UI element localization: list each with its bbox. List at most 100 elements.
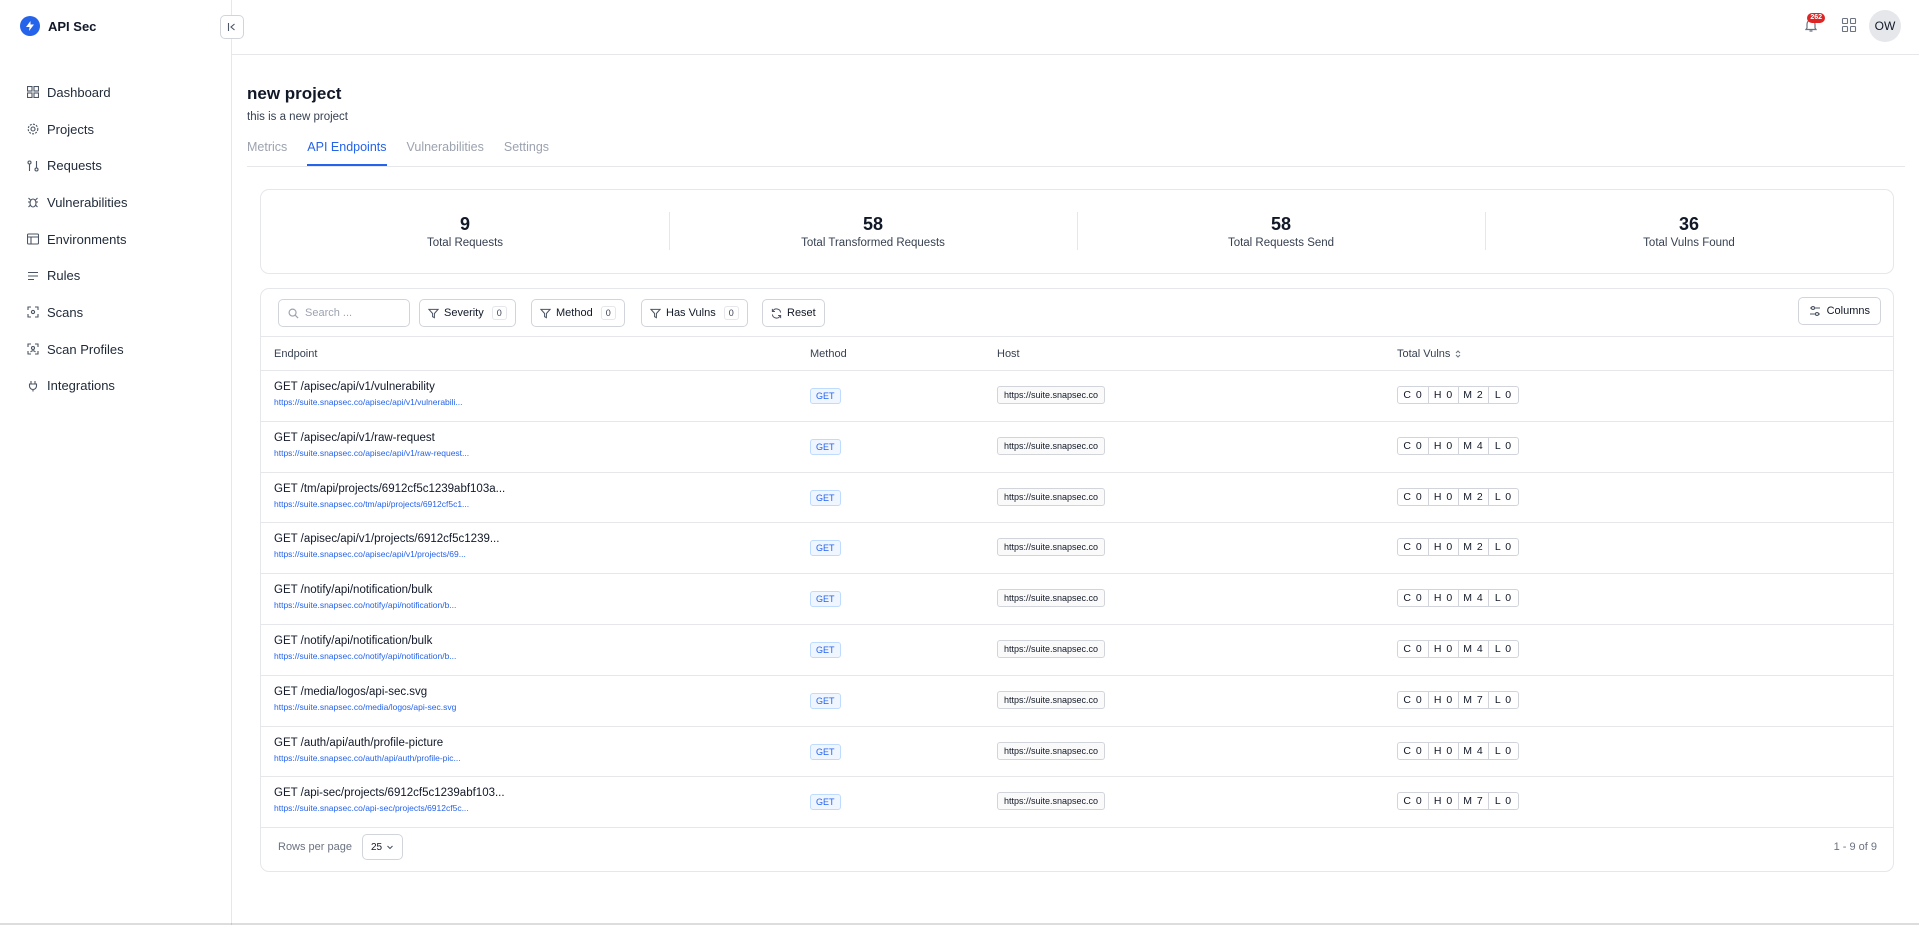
medium-count: M 2	[1458, 488, 1488, 505]
gear-icon	[26, 123, 39, 136]
collapse-sidebar-button[interactable]	[220, 15, 244, 39]
brand[interactable]: API Sec	[20, 16, 96, 36]
columns-button[interactable]: Columns	[1797, 297, 1881, 325]
columns-label: Columns	[1826, 305, 1870, 317]
method-badge: GET	[810, 743, 841, 760]
sidebar-item-projects[interactable]: Projects	[26, 111, 127, 148]
table-row[interactable]: GET /media/logos/api-sec.svg https://sui…	[261, 676, 1893, 727]
sidebar-item-label: Projects	[47, 121, 94, 137]
high-count: H 0	[1428, 742, 1458, 759]
table-row[interactable]: GET /notify/api/notification/bulk https:…	[261, 574, 1893, 625]
vulns-summary: C 0 H 0 M 4 L 0	[1397, 741, 1519, 760]
table-row[interactable]: GET /notify/api/notification/bulk https:…	[261, 625, 1893, 676]
sidebar-item-scans[interactable]: Scans	[26, 294, 127, 331]
stat-label: Total Requests Send	[1227, 237, 1335, 249]
critical-count: C 0	[1403, 490, 1423, 503]
endpoint-url-link[interactable]: https://suite.snapsec.co/api-sec/project…	[274, 803, 469, 813]
brand-name: API Sec	[48, 18, 97, 34]
low-count: L 0	[1488, 488, 1518, 505]
sidebar-item-label: Scan Profiles	[47, 341, 124, 357]
table-row[interactable]: GET /api-sec/projects/6912cf5c1239abf103…	[261, 777, 1893, 829]
search-input[interactable]	[305, 307, 395, 319]
stats-card: 9 Total Requests 58 Total Transformed Re…	[260, 189, 1894, 274]
table-toolbar: Severity 0 Method 0 Has Vulns 0 Reset Co…	[261, 289, 1893, 336]
table-row[interactable]: GET /tm/api/projects/6912cf5c1239abf103a…	[261, 473, 1893, 524]
endpoint-url-link[interactable]: https://suite.snapsec.co/apisec/api/v1/p…	[274, 549, 466, 559]
notification-badge: 262	[1807, 13, 1825, 23]
sidebar-item-label: Integrations	[47, 378, 115, 394]
tab-metrics[interactable]: Metrics	[247, 140, 287, 166]
page-title: new project	[247, 84, 342, 103]
tab-vulnerabilities[interactable]: Vulnerabilities	[407, 140, 484, 166]
stat-value: 58	[1270, 214, 1292, 234]
low-count: L 0	[1488, 640, 1518, 657]
endpoint-url-link[interactable]: https://suite.snapsec.co/media/logos/api…	[274, 702, 456, 712]
filter-icon	[540, 308, 551, 318]
table-row[interactable]: GET /auth/api/auth/profile-picture https…	[261, 727, 1893, 778]
vulns-summary: C 0 H 0 M 7 L 0	[1397, 792, 1519, 811]
host-badge: https://suite.snapsec.co	[997, 538, 1106, 557]
sidebar-item-rules[interactable]: Rules	[26, 257, 127, 294]
method-badge: GET	[810, 489, 841, 506]
high-count: H 0	[1428, 437, 1458, 454]
method-badge: GET	[810, 641, 841, 658]
stat-value: 58	[862, 214, 884, 234]
sidebar: API Sec Dashboard Projects Requests Vuln…	[0, 0, 232, 925]
method-filter-button[interactable]: Method 0	[531, 299, 625, 327]
sidebar-item-environments[interactable]: Environments	[26, 221, 127, 258]
sidebar-item-integrations[interactable]: Integrations	[26, 368, 127, 405]
critical-count: C 0	[1403, 693, 1423, 706]
table-row[interactable]: GET /apisec/api/v1/projects/6912cf5c1239…	[261, 523, 1893, 575]
endpoint-title: GET /tm/api/projects/6912cf5c1239abf103a…	[274, 482, 506, 495]
apps-grid-icon[interactable]	[1841, 17, 1857, 33]
scan-profile-icon	[26, 343, 39, 356]
collapse-chevron-icon	[227, 23, 235, 31]
endpoint-url-link[interactable]: https://suite.snapsec.co/notify/api/noti…	[274, 651, 456, 661]
sidebar-item-label: Rules	[47, 268, 81, 284]
tab-api-endpoints[interactable]: API Endpoints	[307, 140, 387, 166]
vulns-summary: C 0 H 0 M 4 L 0	[1397, 436, 1519, 455]
filter-label: Has Vulns	[666, 307, 716, 319]
low-count: L 0	[1488, 437, 1518, 454]
reset-label: Reset	[787, 307, 816, 319]
environment-icon	[26, 233, 39, 246]
high-count: H 0	[1428, 590, 1458, 607]
table-row[interactable]: GET /apisec/api/v1/raw-request https://s…	[261, 422, 1893, 473]
low-count: L 0	[1488, 742, 1518, 759]
table-header: Endpoint Method Host Total Vulns	[261, 336, 1893, 371]
high-count: H 0	[1428, 387, 1458, 403]
rows-per-page-select[interactable]: 25	[362, 834, 404, 860]
sidebar-item-dashboard[interactable]: Dashboard	[26, 74, 127, 111]
sidebar-item-requests[interactable]: Requests	[26, 147, 127, 184]
endpoint-url-link[interactable]: https://suite.snapsec.co/tm/api/projects…	[274, 499, 469, 509]
has-vulns-filter-button[interactable]: Has Vulns 0	[641, 299, 748, 327]
critical-count: C 0	[1403, 744, 1423, 757]
host-badge: https://suite.snapsec.co	[997, 487, 1106, 506]
medium-count: M 4	[1458, 590, 1488, 607]
sidebar-item-scan-profiles[interactable]: Scan Profiles	[26, 331, 127, 368]
reset-button[interactable]: Reset	[762, 299, 825, 327]
high-count: H 0	[1428, 691, 1458, 708]
list-icon	[26, 269, 39, 282]
column-header-total-vulns[interactable]: Total Vulns	[1397, 348, 1462, 360]
sidebar-item-vulnerabilities[interactable]: Vulnerabilities	[26, 184, 127, 221]
vulns-summary: C 0 H 0 M 4 L 0	[1397, 589, 1519, 608]
endpoint-title: GET /apisec/api/v1/projects/6912cf5c1239…	[274, 533, 500, 546]
stat-total-requests: 9 Total Requests	[261, 214, 669, 249]
endpoint-url-link[interactable]: https://suite.snapsec.co/auth/api/auth/p…	[274, 753, 461, 763]
endpoint-url-link[interactable]: https://suite.snapsec.co/apisec/api/v1/v…	[274, 397, 463, 407]
stat-total-transformed-requests: 58 Total Transformed Requests	[669, 212, 1077, 250]
endpoint-url-link[interactable]: https://suite.snapsec.co/notify/api/noti…	[274, 600, 456, 610]
column-header-endpoint: Endpoint	[274, 348, 318, 360]
stat-value: 36	[1678, 214, 1700, 234]
table-row[interactable]: GET /apisec/api/v1/vulnerability https:/…	[261, 371, 1893, 422]
critical-count: C 0	[1403, 439, 1423, 452]
avatar[interactable]: OW	[1869, 10, 1901, 42]
severity-filter-button[interactable]: Severity 0	[419, 299, 516, 327]
medium-count: M 2	[1458, 387, 1488, 403]
endpoint-url-link[interactable]: https://suite.snapsec.co/apisec/api/v1/r…	[274, 448, 469, 458]
pagination-info: 1 - 9 of 9	[1833, 841, 1877, 853]
tab-settings[interactable]: Settings	[504, 140, 549, 166]
host-badge: https://suite.snapsec.co	[997, 589, 1106, 608]
search-box[interactable]	[278, 299, 410, 327]
